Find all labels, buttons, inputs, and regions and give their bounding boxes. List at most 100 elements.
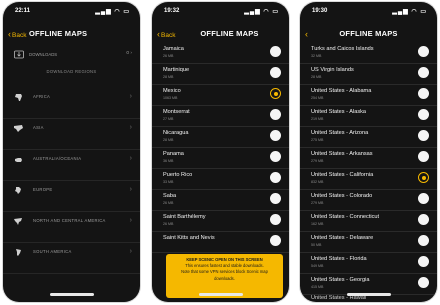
item-name: Martinique: [163, 67, 190, 73]
keep-open-banner: KEEP SCENIC OPEN ON THIS SCREEN This ens…: [166, 254, 283, 298]
phone-screen-regions: 22:11 ▂▄▆ ◠ ▭ ‹Back OFFLINE MAPS DOWNLOA…: [3, 2, 140, 302]
state-list: Turks and Caicos Islands 32 MB US Virgin I…: [300, 42, 437, 302]
chevron-right-icon: ›: [129, 248, 132, 255]
list-item[interactable]: United States - Alabama 254 MB: [300, 84, 437, 106]
radio-unselected-icon[interactable]: [270, 130, 281, 141]
status-icons: ▂▄▆ ◠ ▭: [244, 9, 279, 15]
item-size: 28 MB: [163, 138, 174, 142]
north-america-icon: [14, 218, 22, 225]
radio-selected-icon[interactable]: [418, 172, 429, 183]
radio-unselected-icon[interactable]: [418, 109, 429, 120]
list-item[interactable]: Puerto Rico 33 MB: [152, 168, 289, 190]
phone-screen-states: 19:30 ▂▄▆ ◠ ▭ ‹ OFFLINE MAPS Turks and C…: [300, 2, 437, 302]
region-label: AUSTRALIA/OCEANIA: [33, 156, 82, 161]
downloads-label: DOWNLOADS: [29, 52, 58, 57]
nav-header: ‹Back OFFLINE MAPS: [3, 28, 140, 42]
radio-unselected-icon[interactable]: [418, 130, 429, 141]
south-america-icon: [16, 249, 21, 256]
item-size: 33 MB: [163, 180, 174, 184]
radio-unselected-icon[interactable]: [270, 67, 281, 78]
list-item[interactable]: Saint Barthélemy 26 MB: [152, 210, 289, 232]
page-title: OFFLINE MAPS: [339, 29, 398, 38]
list-item[interactable]: Montserrat 27 MB: [152, 105, 289, 127]
radio-unselected-icon[interactable]: [418, 88, 429, 99]
banner-text: Note that some VPN services block Scenic…: [181, 269, 268, 275]
item-name: United States - Arizona: [311, 130, 369, 136]
nav-header: ‹ OFFLINE MAPS: [300, 28, 437, 42]
item-size: 254 MB: [311, 96, 324, 100]
phone-screen-countries: 19:32 ▂▄▆ ◠ ▭ ‹Back OFFLINE MAPS Jamaica…: [152, 2, 289, 302]
list-item[interactable]: Saint Kitts and Nevis: [152, 231, 289, 253]
item-size: 832 MB: [311, 180, 324, 184]
radio-unselected-icon[interactable]: [418, 46, 429, 57]
radio-unselected-icon[interactable]: [418, 67, 429, 78]
item-size: 26 MB: [163, 222, 174, 226]
list-item[interactable]: Turks and Caicos Islands 32 MB: [300, 42, 437, 64]
radio-unselected-icon[interactable]: [418, 235, 429, 246]
list-item[interactable]: United States - Connecticut 162 MB: [300, 210, 437, 232]
status-time: 22:11: [15, 8, 31, 14]
chevron-left-icon: ‹: [157, 29, 160, 39]
list-item[interactable]: Martinique 28 MB: [152, 63, 289, 85]
list-item[interactable]: United States - Colorado 279 MB: [300, 189, 437, 211]
item-size: 549 MB: [311, 264, 324, 268]
radio-unselected-icon[interactable]: [418, 256, 429, 267]
item-size: 1063 MB: [163, 96, 178, 100]
list-item[interactable]: United States - Georgia 415 MB: [300, 273, 437, 295]
status-time: 19:30: [312, 8, 328, 14]
status-bar: 22:11 ▂▄▆ ◠ ▭: [3, 7, 140, 17]
list-item[interactable]: Saba 26 MB: [152, 189, 289, 211]
list-item[interactable]: United States - Arizona 275 MB: [300, 126, 437, 148]
europe-icon: [15, 187, 21, 194]
status-time: 19:32: [164, 8, 180, 14]
radio-unselected-icon[interactable]: [270, 214, 281, 225]
radio-unselected-icon[interactable]: [270, 46, 281, 57]
radio-unselected-icon[interactable]: [418, 151, 429, 162]
banner-text: downloads.: [214, 275, 235, 281]
status-icons: ▂▄▆ ◠ ▭: [95, 9, 130, 15]
list-item[interactable]: Jamaica 26 MB: [152, 42, 289, 64]
list-item[interactable]: United States - Alaska 219 MB: [300, 105, 437, 127]
list-item[interactable]: Panama 36 MB: [152, 147, 289, 169]
download-icon: [14, 50, 24, 59]
region-label: EUROPE: [33, 187, 53, 192]
downloads-row[interactable]: DOWNLOADS 0 ›: [3, 49, 140, 63]
region-row-south-america[interactable]: SOUTH AMERICA ›: [3, 233, 140, 274]
chevron-left-icon: ‹: [8, 29, 11, 39]
item-size: 219 MB: [311, 117, 324, 121]
page-title: OFFLINE MAPS: [200, 29, 259, 38]
list-item[interactable]: United States - Florida 549 MB: [300, 252, 437, 274]
region-label: ASIA: [33, 125, 44, 130]
radio-unselected-icon[interactable]: [270, 109, 281, 120]
page-title: OFFLINE MAPS: [29, 29, 88, 38]
chevron-right-icon: ›: [129, 93, 132, 100]
item-name: United States - California: [311, 172, 374, 178]
radio-unselected-icon[interactable]: [418, 193, 429, 204]
list-item[interactable]: Mexico 1063 MB: [152, 84, 289, 106]
item-size: 26 MB: [163, 201, 174, 205]
home-indicator: [346, 293, 391, 296]
asia-icon: [14, 125, 23, 132]
list-item[interactable]: US Virgin Islands 28 MB: [300, 63, 437, 85]
radio-selected-icon[interactable]: [270, 88, 281, 99]
status-icons: ▂▄▆ ◠ ▭: [392, 9, 427, 15]
list-item[interactable]: United States - Delaware 50 MB: [300, 231, 437, 253]
radio-unselected-icon[interactable]: [418, 277, 429, 288]
item-name: Saint Barthélemy: [163, 214, 206, 220]
radio-unselected-icon[interactable]: [270, 172, 281, 183]
list-item[interactable]: United States - Arkansas 279 MB: [300, 147, 437, 169]
item-name: United States - Colorado: [311, 193, 373, 199]
item-name: Saba: [163, 193, 177, 199]
item-size: 27 MB: [163, 117, 174, 121]
item-size: 32 MB: [311, 54, 322, 58]
list-item[interactable]: United States - California 832 MB: [300, 168, 437, 190]
back-button[interactable]: ‹Back: [8, 29, 26, 39]
radio-unselected-icon[interactable]: [418, 214, 429, 225]
radio-unselected-icon[interactable]: [270, 151, 281, 162]
item-size: 275 MB: [311, 138, 324, 142]
item-name: United States - Florida: [311, 256, 367, 262]
radio-unselected-icon[interactable]: [270, 235, 281, 246]
radio-unselected-icon[interactable]: [270, 193, 281, 204]
list-item[interactable]: Nicaragua 28 MB: [152, 126, 289, 148]
item-name: Nicaragua: [163, 130, 189, 136]
